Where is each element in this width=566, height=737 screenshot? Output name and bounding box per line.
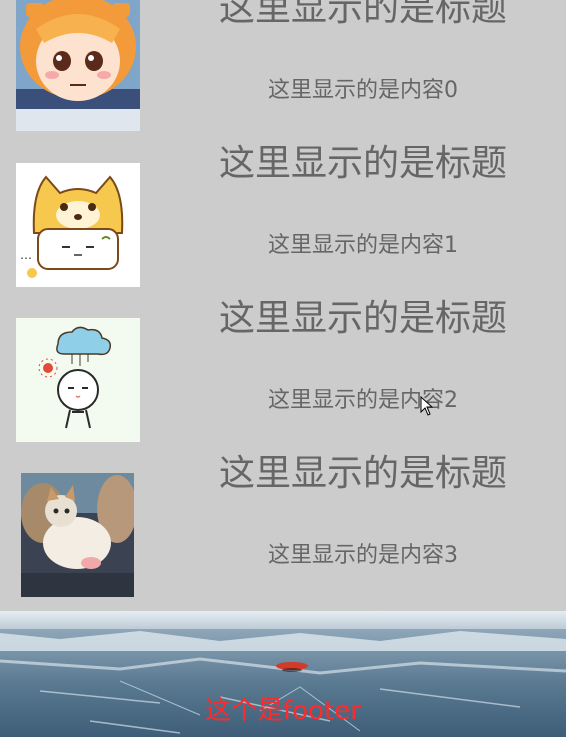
kitten-thumbnail bbox=[21, 473, 134, 597]
anime-girl-thumbnail bbox=[16, 0, 140, 131]
item-content: 这里显示的是内容0 bbox=[268, 78, 458, 103]
item-title: 这里显示的是标题 bbox=[218, 298, 507, 339]
item-title: 这里显示的是标题 bbox=[218, 143, 507, 184]
item-title: 这里显示的是标题 bbox=[218, 0, 507, 29]
item-content: 这里显示的是内容3 bbox=[268, 543, 458, 568]
list-item[interactable]: 这里显示的是标题 这里显示的是内容0 bbox=[0, 0, 566, 155]
shiba-hat-thumbnail: … bbox=[16, 163, 140, 287]
list-item[interactable]: 这里显示的是标题 这里显示的是内容2 bbox=[0, 298, 566, 465]
list-item[interactable]: … 这里显示的是标题 这里显示的是内容1 bbox=[0, 143, 566, 310]
svg-text:…: … bbox=[20, 248, 32, 262]
item-title: 这里显示的是标题 bbox=[218, 453, 507, 494]
item-content: 这里显示的是内容2 bbox=[268, 388, 458, 413]
footer: 这个是footer bbox=[0, 611, 566, 737]
cloud-doodle-thumbnail bbox=[16, 318, 140, 442]
list-item[interactable]: 这里显示的是标题 这里显示的是内容3 bbox=[0, 453, 566, 620]
mouse-cursor-icon bbox=[420, 396, 434, 416]
item-content: 这里显示的是内容1 bbox=[268, 233, 458, 258]
footer-label: 这个是footer bbox=[205, 696, 361, 726]
